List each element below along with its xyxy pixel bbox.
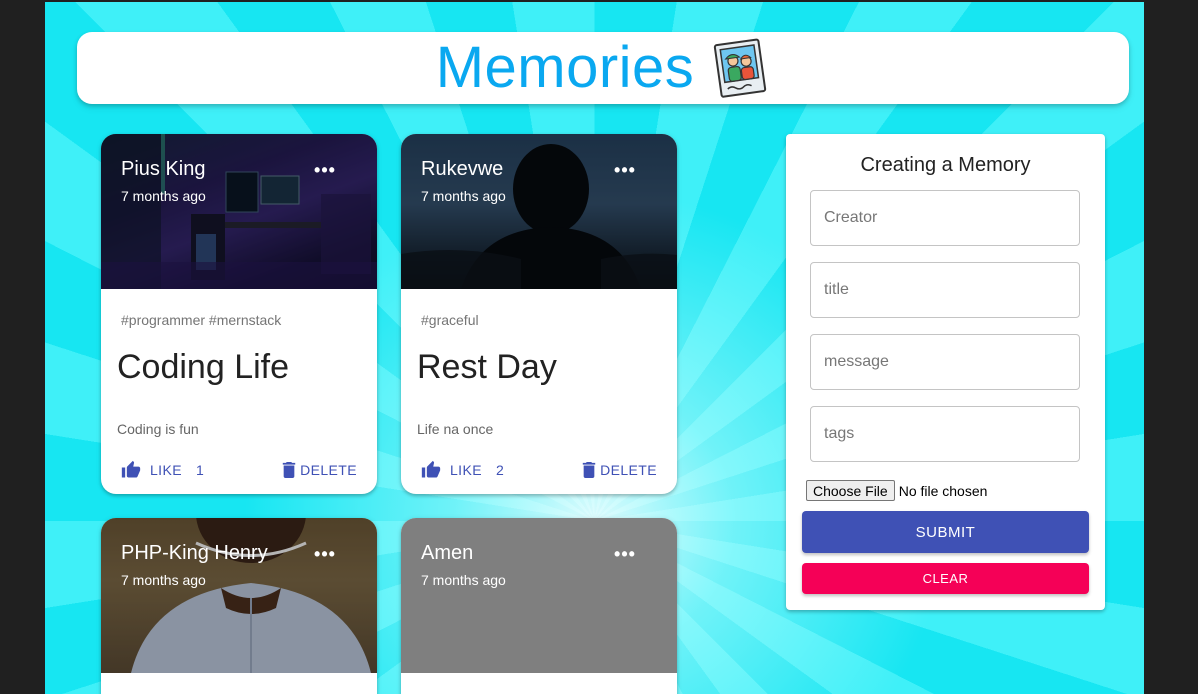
post-time: 7 months ago [421, 188, 506, 204]
like-button[interactable]: LIKE 2 [421, 460, 504, 480]
photo-frame-icon [714, 38, 767, 98]
like-button[interactable]: LIKE 1 [121, 460, 204, 480]
more-options-icon[interactable]: ••• [313, 160, 337, 181]
app-title: Memories [435, 35, 695, 100]
post-message: Life na once [417, 421, 494, 437]
app-background: Memories Pius King 7 months ago ••• #pro… [45, 2, 1144, 694]
trash-icon [282, 462, 296, 478]
submit-button[interactable]: SUBMIT [802, 511, 1089, 553]
like-count: 1 [195, 462, 205, 478]
post-time: 7 months ago [421, 572, 506, 588]
post-actions: LIKE 1 DELETE [121, 460, 357, 480]
delete-button[interactable]: DELETE [582, 462, 657, 478]
post-card: Rukevwe 7 months ago ••• #graceful Rest … [401, 134, 677, 494]
post-message: Coding is fun [117, 421, 199, 437]
post-image: Amen 7 months ago ••• [401, 518, 677, 673]
delete-button[interactable]: DELETE [282, 462, 357, 478]
post-actions: LIKE 2 DELETE [421, 460, 657, 480]
like-label: LIKE [450, 462, 482, 478]
delete-label: DELETE [600, 462, 657, 478]
thumb-up-icon [421, 460, 441, 478]
clear-button[interactable]: CLEAR [802, 563, 1089, 594]
app-bar: Memories [77, 32, 1129, 104]
creator-input[interactable] [810, 190, 1080, 246]
memory-form: Creating a Memory Choose File No file ch… [786, 134, 1105, 610]
post-card: Amen 7 months ago ••• [401, 518, 677, 694]
post-creator: PHP-King Henry [121, 542, 268, 564]
like-label: LIKE [150, 462, 182, 478]
file-picker: Choose File No file chosen [806, 480, 987, 501]
post-image: Rukevwe 7 months ago ••• [401, 134, 677, 289]
trash-icon [582, 462, 596, 478]
thumb-up-icon [121, 460, 141, 478]
post-creator: Pius King [121, 158, 206, 180]
tags-input[interactable] [810, 406, 1080, 462]
more-options-icon[interactable]: ••• [313, 544, 337, 565]
post-card: Pius King 7 months ago ••• #programmer #… [101, 134, 377, 494]
post-tags: #graceful [421, 312, 479, 328]
post-card: PHP-King Henry 7 months ago ••• [101, 518, 377, 694]
post-title: Rest Day [417, 348, 557, 386]
post-creator: Rukevwe [421, 158, 504, 180]
delete-label: DELETE [300, 462, 357, 478]
post-time: 7 months ago [121, 188, 206, 204]
title-input[interactable] [810, 262, 1080, 318]
choose-file-button[interactable]: Choose File [806, 480, 895, 501]
like-count: 2 [495, 462, 505, 478]
post-time: 7 months ago [121, 572, 206, 588]
post-image: PHP-King Henry 7 months ago ••• [101, 518, 377, 673]
form-heading: Creating a Memory [860, 154, 1031, 176]
more-options-icon[interactable]: ••• [613, 160, 637, 181]
post-image: Pius King 7 months ago ••• [101, 134, 377, 289]
post-creator: Amen [421, 542, 474, 564]
post-tags: #programmer #mernstack [121, 312, 282, 328]
file-status: No file chosen [898, 482, 988, 499]
message-input[interactable] [810, 334, 1080, 390]
post-title: Coding Life [117, 348, 290, 386]
more-options-icon[interactable]: ••• [613, 544, 637, 565]
